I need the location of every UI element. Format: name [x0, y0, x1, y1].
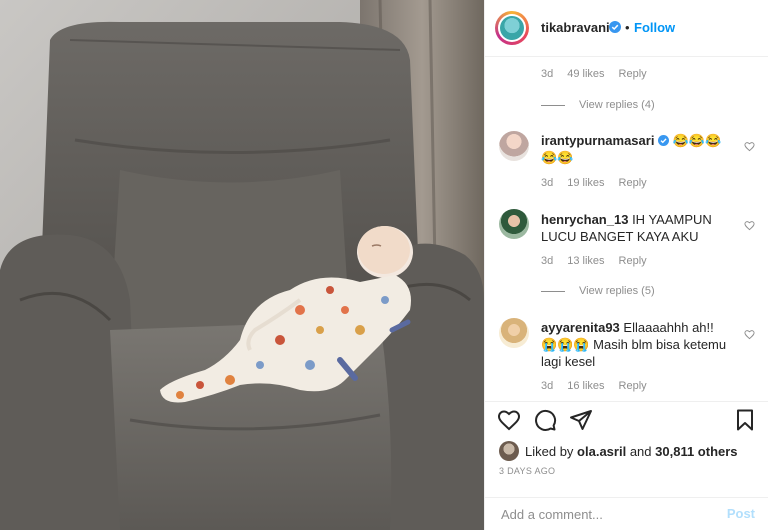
comment-meta: 3d 19 likes Reply [541, 177, 661, 189]
baby-on-recliner-image [0, 0, 484, 530]
divider [541, 104, 565, 106]
post-actions: Liked by ola.asril and 30,811 others 3 D… [485, 401, 768, 497]
instagram-post: tikabravani • Follow 3d 49 likes Reply Vie… [0, 0, 768, 530]
share-icon[interactable] [569, 408, 593, 432]
comment-meta: 3d 49 likes Reply [541, 68, 661, 80]
author-avatar[interactable] [495, 11, 529, 45]
comment-likes[interactable]: 16 likes [567, 380, 604, 392]
comment-icon[interactable] [533, 408, 557, 432]
divider [541, 290, 565, 292]
reply-button[interactable]: Reply [619, 68, 647, 80]
author-username[interactable]: tikabravani [541, 20, 610, 35]
liker-avatar[interactable] [499, 441, 519, 461]
follow-button[interactable]: Follow [634, 20, 675, 35]
comment-age: 3d [541, 177, 554, 189]
comment-text: ayyarenita93 Ellaaaahhh ah!! 😭😭😭 Masih b… [541, 319, 727, 370]
bookmark-icon[interactable] [733, 408, 757, 432]
verified-badge-icon [658, 135, 670, 146]
reply-button[interactable]: Reply [619, 380, 647, 392]
heart-icon[interactable] [497, 408, 521, 432]
likes-summary: Liked by ola.asril and 30,811 others [499, 441, 738, 461]
comment-age: 3d [541, 255, 554, 267]
heart-icon[interactable] [744, 329, 755, 340]
comment-text: henrychan_13 IH YAAMPUN LUCU BANGET KAYA… [541, 211, 727, 245]
header-separator: • [625, 20, 630, 35]
comment-text: irantypurnamasari 😂😂😂 😂😂 [541, 132, 727, 166]
heart-icon[interactable] [744, 141, 755, 152]
likes-others-count[interactable]: 30,811 others [655, 444, 737, 459]
heart-icon[interactable] [744, 220, 755, 231]
post-timestamp: 3 DAYS AGO [499, 466, 556, 476]
post-sidebar: tikabravani • Follow 3d 49 likes Reply Vie… [484, 0, 768, 530]
likes-connector: and [629, 443, 652, 459]
post-comment-button[interactable]: Post [727, 506, 755, 521]
post-header: tikabravani • Follow [485, 0, 768, 57]
comment-likes[interactable]: 19 likes [567, 177, 604, 189]
post-photo[interactable] [0, 0, 484, 530]
view-replies-button[interactable]: View replies (5) [541, 285, 655, 297]
likes-prefix: Liked by [525, 443, 574, 459]
comment-likes[interactable]: 13 likes [567, 255, 604, 267]
comment-meta: 3d 13 likes Reply [541, 255, 661, 267]
view-replies-label: View replies (5) [579, 285, 655, 297]
comments-list[interactable]: 3d 49 likes Reply View replies (4) irantyp… [485, 57, 768, 401]
comment-age: 3d [541, 380, 554, 392]
commenter-avatar[interactable] [499, 209, 529, 239]
commenter-avatar[interactable] [499, 318, 529, 348]
commenter-username[interactable]: henrychan_13 [541, 212, 628, 227]
comment-age: 3d [541, 68, 554, 80]
comment-meta: 3d 16 likes Reply [541, 380, 661, 392]
liker-username[interactable]: ola.asril [577, 444, 626, 459]
commenter-avatar[interactable] [499, 131, 529, 161]
view-replies-button[interactable]: View replies (4) [541, 99, 655, 111]
add-comment-bar: Post [485, 497, 768, 530]
view-replies-label: View replies (4) [579, 99, 655, 111]
reply-button[interactable]: Reply [619, 255, 647, 267]
reply-button[interactable]: Reply [619, 177, 647, 189]
commenter-username[interactable]: ayyarenita93 [541, 320, 620, 335]
comment-likes[interactable]: 49 likes [567, 68, 604, 80]
comment-input[interactable] [499, 503, 703, 525]
commenter-username[interactable]: irantypurnamasari [541, 133, 654, 148]
verified-badge-icon [609, 21, 621, 33]
